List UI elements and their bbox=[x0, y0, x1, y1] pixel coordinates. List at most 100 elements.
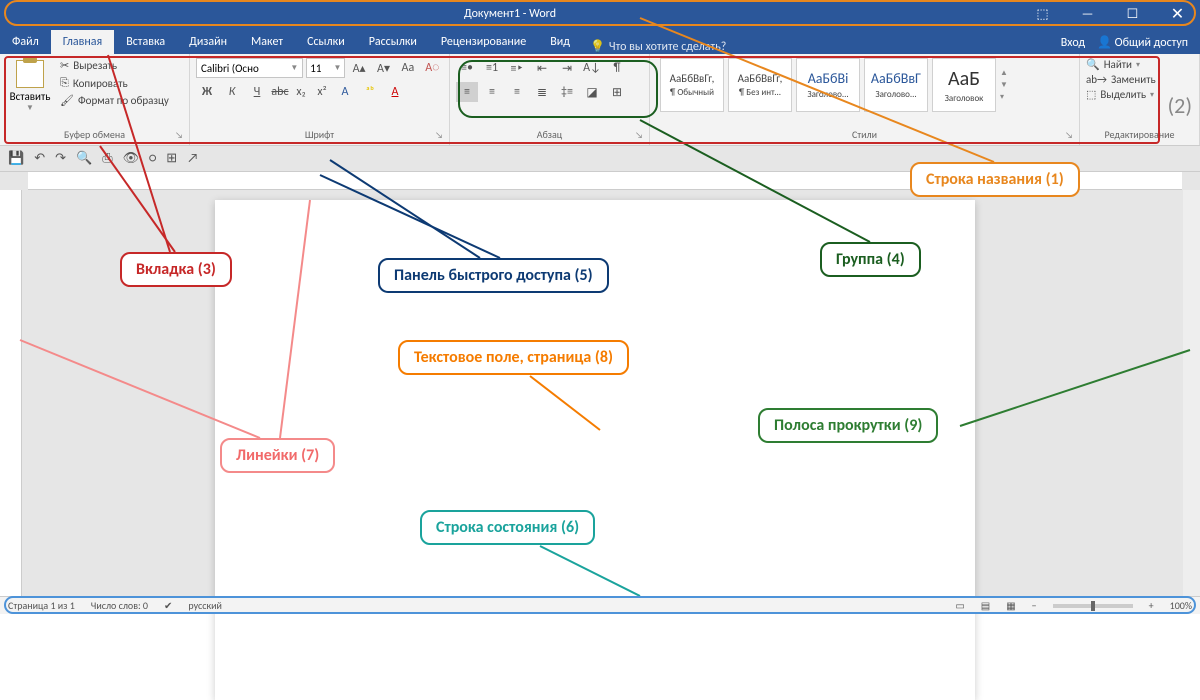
qat-icon[interactable]: ⎙ bbox=[102, 151, 112, 166]
spellcheck-icon[interactable]: ✔ bbox=[164, 599, 172, 612]
borders-icon[interactable]: ⊞ bbox=[606, 82, 628, 102]
replace-button[interactable]: ab→ Заменить bbox=[1086, 73, 1193, 86]
align-right-icon[interactable]: ≡ bbox=[506, 82, 528, 102]
show-marks-icon[interactable]: ¶ bbox=[606, 58, 628, 78]
grow-font-icon[interactable]: A▴ bbox=[348, 58, 369, 78]
align-left-icon[interactable]: ≡ bbox=[456, 82, 478, 102]
vertical-scrollbar[interactable] bbox=[1183, 190, 1200, 596]
tab-home[interactable]: Главная bbox=[51, 30, 114, 54]
redo-icon[interactable]: ↷ bbox=[55, 151, 66, 166]
tab-layout[interactable]: Макет bbox=[239, 30, 295, 54]
view-web-icon[interactable]: ▦ bbox=[1006, 599, 1015, 612]
tab-mailings[interactable]: Рассылки bbox=[357, 30, 429, 54]
close-icon[interactable]: ✕ bbox=[1155, 0, 1200, 28]
numbering-icon[interactable]: ≡1 bbox=[481, 58, 503, 78]
styles-down-icon[interactable]: ▼ bbox=[1000, 80, 1014, 90]
qat-icon[interactable]: 👁 bbox=[123, 151, 140, 166]
strike-icon[interactable]: abc bbox=[271, 82, 289, 102]
zoom-in-icon[interactable]: + bbox=[1149, 599, 1154, 612]
font-size-combo[interactable]: 11▼ bbox=[306, 58, 345, 78]
tab-file[interactable]: Файл bbox=[0, 30, 51, 54]
font-color-icon[interactable]: A bbox=[384, 82, 406, 102]
view-print-icon[interactable]: ▤ bbox=[981, 599, 990, 612]
tab-review[interactable]: Рецензирование bbox=[429, 30, 538, 54]
undo-icon[interactable]: ↶ bbox=[34, 151, 45, 166]
style-no-spacing[interactable]: АаБбВвГг,¶ Без инт... bbox=[728, 58, 792, 112]
italic-icon[interactable]: К bbox=[221, 82, 243, 102]
launcher-icon[interactable]: ↘ bbox=[435, 130, 443, 141]
sort-icon[interactable]: A↓ bbox=[581, 58, 603, 78]
paste-icon bbox=[16, 60, 44, 88]
language-indicator[interactable]: русский bbox=[188, 599, 222, 612]
minimize-icon[interactable]: — bbox=[1065, 0, 1110, 28]
tell-me-label: Что вы хотите сделать? bbox=[609, 40, 726, 54]
vertical-ruler[interactable] bbox=[0, 190, 22, 596]
style-normal[interactable]: АаБбВвГг,¶ Обычный bbox=[660, 58, 724, 112]
ribbon-display-icon[interactable]: ⬚ bbox=[1020, 0, 1065, 28]
group-clipboard: Вставить ▼ ✂ Вырезать ⎘ Копировать 🖌 Фор… bbox=[0, 54, 190, 145]
paste-button[interactable]: Вставить ▼ bbox=[6, 58, 54, 113]
zoom-level[interactable]: 100% bbox=[1170, 599, 1192, 612]
group-label-clipboard: Буфер обмена↘ bbox=[6, 128, 183, 143]
page-indicator[interactable]: Страница 1 из 1 bbox=[8, 599, 75, 612]
group-label-paragraph: Абзац↘ bbox=[456, 128, 643, 143]
group-styles: АаБбВвГг,¶ Обычный АаБбВвГг,¶ Без инт...… bbox=[650, 54, 1080, 145]
qat-icon[interactable]: 🔍 bbox=[76, 151, 92, 166]
shrink-font-icon[interactable]: A▾ bbox=[373, 58, 394, 78]
decrease-indent-icon[interactable]: ⇤ bbox=[531, 58, 553, 78]
callout-status: Строка состояния (6) bbox=[420, 510, 595, 545]
launcher-icon[interactable]: ↘ bbox=[635, 130, 643, 141]
cut-button[interactable]: ✂ Вырезать bbox=[58, 58, 171, 73]
status-bar: Страница 1 из 1 Число слов: 0 ✔ русский … bbox=[0, 596, 1200, 614]
save-icon[interactable]: 💾 bbox=[8, 151, 24, 166]
tab-references[interactable]: Ссылки bbox=[295, 30, 357, 54]
launcher-icon[interactable]: ↘ bbox=[175, 130, 183, 141]
highlight-icon[interactable]: ᵃᵇ bbox=[359, 82, 381, 102]
text-effects-icon[interactable]: A bbox=[334, 82, 356, 102]
tell-me[interactable]: 💡 Что вы хотите сделать? bbox=[590, 39, 726, 54]
styles-up-icon[interactable]: ▲ bbox=[1000, 68, 1014, 78]
find-button[interactable]: 🔍 Найти ▾ bbox=[1086, 58, 1193, 71]
maximize-icon[interactable]: ☐ bbox=[1110, 0, 1155, 28]
font-name-combo[interactable]: Calibri (Осно▼ bbox=[196, 58, 303, 78]
copy-label: Копировать bbox=[73, 77, 128, 90]
signin-link[interactable]: Вход bbox=[1061, 36, 1085, 50]
increase-indent-icon[interactable]: ⇥ bbox=[556, 58, 578, 78]
share-button[interactable]: 👤 Общий доступ bbox=[1097, 35, 1188, 50]
tab-insert[interactable]: Вставка bbox=[114, 30, 177, 54]
align-center-icon[interactable]: ≡ bbox=[481, 82, 503, 102]
subscript-icon[interactable]: x₂ bbox=[292, 82, 310, 102]
callout-rulers: Линейки (7) bbox=[220, 438, 335, 473]
style-heading1[interactable]: АаБбВіЗаголово... bbox=[796, 58, 860, 112]
tab-view[interactable]: Вид bbox=[538, 30, 582, 54]
ribbon: Вставить ▼ ✂ Вырезать ⎘ Копировать 🖌 Фор… bbox=[0, 54, 1200, 146]
justify-icon[interactable]: ≣ bbox=[531, 82, 553, 102]
superscript-icon[interactable]: x² bbox=[313, 82, 331, 102]
bullets-icon[interactable]: ≡• bbox=[456, 58, 478, 78]
styles-more-icon[interactable]: ▾ bbox=[1000, 92, 1014, 102]
callout-titlebar: Строка названия (1) bbox=[910, 162, 1080, 197]
word-count[interactable]: Число слов: 0 bbox=[91, 599, 148, 612]
qat-icon[interactable]: ○ bbox=[149, 151, 156, 166]
multilevel-icon[interactable]: ≡‣ bbox=[506, 58, 528, 78]
tab-design[interactable]: Дизайн bbox=[177, 30, 239, 54]
callout-scroll: Полоса прокрутки (9) bbox=[758, 408, 938, 443]
window-controls: ⬚ — ☐ ✕ bbox=[1020, 0, 1200, 28]
copy-button[interactable]: ⎘ Копировать bbox=[58, 75, 171, 91]
qat-icon[interactable]: ⊞ bbox=[166, 151, 177, 166]
annotation-label-2: (2) bbox=[1168, 92, 1193, 119]
style-heading2[interactable]: АаБбВвГЗаголово... bbox=[864, 58, 928, 112]
zoom-out-icon[interactable]: − bbox=[1032, 599, 1037, 612]
bold-icon[interactable]: Ж bbox=[196, 82, 218, 102]
view-readmode-icon[interactable]: ▭ bbox=[955, 599, 964, 612]
zoom-slider[interactable] bbox=[1053, 604, 1133, 608]
style-title[interactable]: АаБЗаголовок bbox=[932, 58, 996, 112]
change-case-icon[interactable]: Aa bbox=[397, 58, 418, 78]
launcher-icon[interactable]: ↘ bbox=[1065, 130, 1073, 141]
qat-icon[interactable]: ↗ bbox=[187, 151, 198, 166]
clear-formatting-icon[interactable]: A◌ bbox=[422, 58, 443, 78]
format-painter-button[interactable]: 🖌 Формат по образцу bbox=[58, 93, 171, 108]
underline-icon[interactable]: Ч bbox=[246, 82, 268, 102]
line-spacing-icon[interactable]: ‡≡ bbox=[556, 82, 578, 102]
shading-icon[interactable]: ◪ bbox=[581, 82, 603, 102]
